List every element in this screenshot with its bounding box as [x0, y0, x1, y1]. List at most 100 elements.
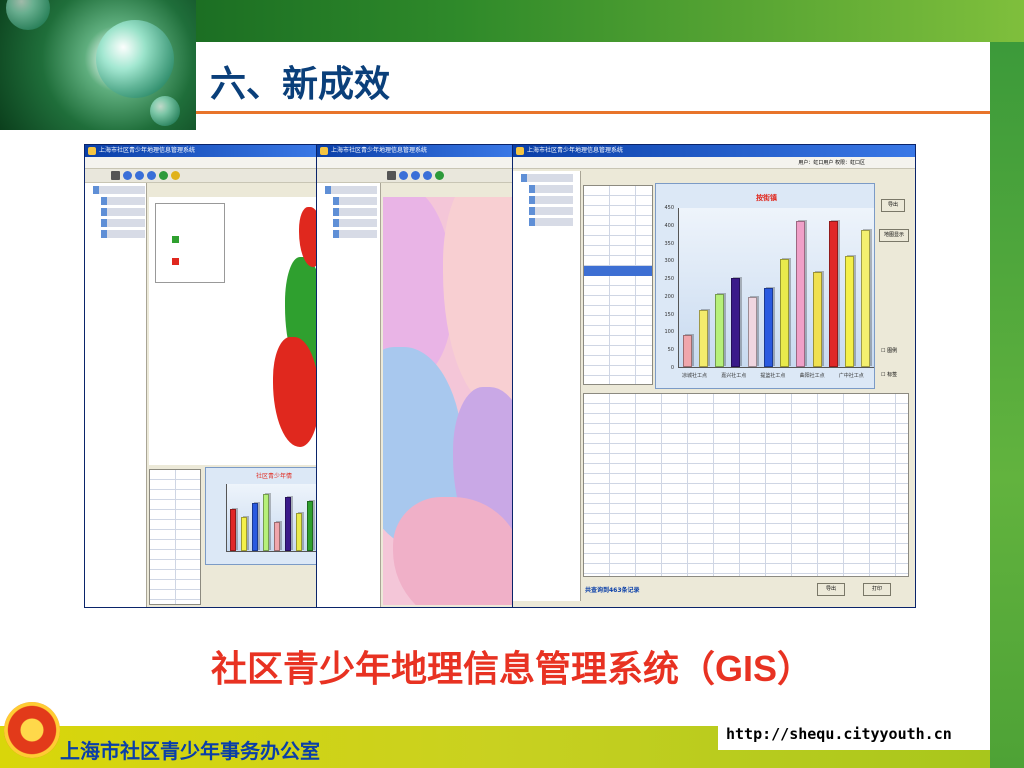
y-tick-label: 400: [664, 222, 674, 229]
pointer-icon[interactable]: [111, 171, 120, 180]
tree-node[interactable]: [333, 197, 377, 205]
y-tick-label: 250: [664, 276, 674, 283]
export-button[interactable]: 导出: [881, 199, 905, 212]
tree-node[interactable]: [333, 219, 377, 227]
window-titlebar: 上海市社区青少年地理信息管理系统: [513, 145, 915, 157]
tree-node[interactable]: [101, 208, 145, 216]
map-view-button[interactable]: 地图显示: [879, 229, 909, 242]
tree-node[interactable]: [101, 197, 145, 205]
caption-text: 社区青少年地理信息管理系统（: [210, 648, 715, 690]
caption-gis: GIS: [714, 648, 777, 689]
chart-bar: [274, 522, 281, 551]
y-tick-label: 50: [667, 347, 674, 354]
legend-panel: [155, 203, 225, 283]
y-tick-label: 300: [664, 258, 674, 265]
map-region-rose: [393, 497, 513, 605]
x-category-label: 凉城社工点: [682, 373, 708, 379]
chart-title: 社区青少年情: [256, 473, 293, 480]
window-menubar: [85, 157, 319, 169]
tree-node[interactable]: [333, 208, 377, 216]
chart-bar: [240, 516, 247, 551]
tree-node[interactable]: [101, 230, 145, 238]
chart-bar: [296, 512, 303, 551]
selected-row[interactable]: [584, 266, 652, 276]
legend-swatch-green: [172, 236, 179, 243]
info-icon[interactable]: [171, 171, 180, 180]
tree-node[interactable]: [529, 207, 573, 215]
window-titlebar: 上海市社区青少年地理信息管理系统: [85, 145, 319, 157]
map-toolbar: [85, 169, 319, 183]
window-menubar: 用户：虹口用户 权限：虹口区: [513, 157, 915, 169]
slide-title: 六、新成效: [210, 63, 391, 105]
district-map[interactable]: [149, 197, 319, 465]
layer-tree[interactable]: [85, 183, 147, 607]
chart-title: 按街镇: [756, 194, 777, 202]
x-category-label: 提篮社工点: [760, 373, 786, 379]
chart-bar: [251, 503, 258, 551]
refresh-icon[interactable]: [159, 171, 168, 180]
chart-bar: [828, 220, 838, 367]
x-category-label: 嘉兴社工点: [721, 373, 747, 379]
chart-bar: [715, 293, 725, 367]
water-drop: [150, 96, 180, 126]
slide-caption: 社区青少年地理信息管理系统（GIS）: [0, 640, 1024, 692]
street-summary-table[interactable]: [583, 185, 653, 385]
chart-bar: [780, 258, 790, 367]
water-drop: [6, 0, 50, 30]
pan-icon[interactable]: [423, 171, 432, 180]
screenshot-collage: 上海市社区青少年地理信息管理系统 社区青少年情 上海市社区青少年地理信息管理系统…: [84, 144, 916, 608]
chart-bar: [812, 271, 822, 367]
zoom-out-icon[interactable]: [411, 171, 420, 180]
zoom-in-icon[interactable]: [399, 171, 408, 180]
gis-window-district: 上海市社区青少年地理信息管理系统 社区青少年情: [84, 144, 320, 608]
y-tick-label: 100: [664, 329, 674, 336]
youth-league-emblem-icon: [4, 702, 60, 758]
tree-node[interactable]: [93, 186, 145, 194]
chart-bar: [861, 230, 871, 367]
label-checkbox[interactable]: ☐ 标签: [881, 371, 897, 378]
zoom-out-icon[interactable]: [135, 171, 144, 180]
zoom-in-icon[interactable]: [123, 171, 132, 180]
district-table[interactable]: [149, 469, 201, 605]
chart-bar: [763, 287, 773, 367]
chart-bar: [845, 255, 855, 367]
tree-node[interactable]: [529, 185, 573, 193]
pan-icon[interactable]: [147, 171, 156, 180]
window-menubar: [317, 157, 513, 169]
tree-node[interactable]: [325, 186, 377, 194]
tree-node[interactable]: [529, 218, 573, 226]
chart-bar: [796, 220, 806, 367]
street-chart: 按街镇 450 400 350 300 250 200 150 100 50 0 凉城社工点 嘉兴社…: [655, 183, 875, 389]
water-drop: [96, 20, 174, 98]
x-axis-categories: 凉城社工点 嘉兴社工点 提篮社工点 曲阳社工点 广中社工点: [678, 370, 874, 386]
refresh-icon[interactable]: [435, 171, 444, 180]
pointer-icon[interactable]: [387, 171, 396, 180]
street-map[interactable]: [383, 197, 513, 605]
record-count: 共查询到463条记录: [585, 587, 640, 594]
tree-node[interactable]: [529, 196, 573, 204]
district-chart: 社区青少年情: [205, 467, 319, 565]
caption-close: ）: [777, 648, 814, 690]
legend-checkbox[interactable]: ☐ 图例: [881, 347, 897, 354]
stats-tree[interactable]: [513, 171, 581, 601]
chart-bar: [747, 297, 757, 367]
legend-checkbox-label: 图例: [887, 348, 898, 354]
y-tick-label: 200: [664, 293, 674, 300]
chart-bar: [229, 508, 236, 551]
youth-record-table[interactable]: [583, 393, 909, 577]
chart-plot-area: [226, 484, 316, 552]
print-button[interactable]: 打印: [863, 583, 891, 596]
window-titlebar: 上海市社区青少年地理信息管理系统: [317, 145, 513, 157]
chart-plot-area: [678, 208, 874, 368]
layer-tree[interactable]: [317, 183, 381, 607]
y-tick-label: 0: [670, 365, 674, 371]
map-region-salmon: [443, 197, 513, 407]
chart-bar: [682, 335, 692, 367]
website-url[interactable]: http://shequ.cityyouth.cn: [726, 725, 952, 743]
tree-node[interactable]: [521, 174, 573, 182]
tree-node[interactable]: [101, 219, 145, 227]
export-records-button[interactable]: 导出: [817, 583, 845, 596]
gis-window-statistics: 上海市社区青少年地理信息管理系统 用户：虹口用户 权限：虹口区 按街镇 450 4…: [512, 144, 916, 608]
organization-name: 上海市社区青少年事务办公室: [60, 739, 320, 763]
tree-node[interactable]: [333, 230, 377, 238]
